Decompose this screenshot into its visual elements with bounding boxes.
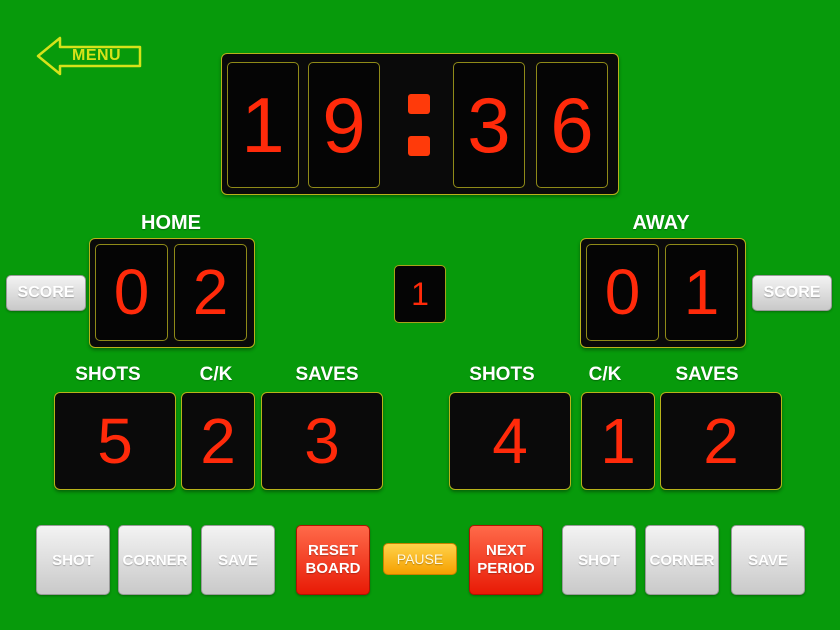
game-clock: 1 9 3 6 bbox=[221, 53, 619, 195]
home-saves-box: 3 bbox=[261, 392, 383, 490]
menu-label: MENU bbox=[72, 47, 122, 64]
home-corner-button[interactable]: CORNER bbox=[118, 525, 192, 595]
next-period-line2: PERIOD bbox=[477, 560, 535, 577]
pause-button[interactable]: PAUSE bbox=[383, 543, 457, 575]
clock-colon-bottom bbox=[408, 136, 430, 156]
home-shot-button[interactable]: SHOT bbox=[36, 525, 110, 595]
home-shots-label: SHOTS bbox=[75, 364, 141, 385]
away-score-ones: 1 bbox=[665, 244, 738, 341]
home-ck-label: C/K bbox=[199, 364, 233, 385]
clock-seconds-tens: 3 bbox=[453, 62, 525, 188]
clock-minutes-tens: 1 bbox=[227, 62, 299, 188]
reset-board-line2: BOARD bbox=[305, 560, 361, 577]
home-ck-value: 2 bbox=[200, 405, 236, 477]
away-score-tens: 0 bbox=[586, 244, 659, 341]
reset-board-button[interactable]: RESET BOARD bbox=[296, 525, 370, 595]
home-save-button[interactable]: SAVE bbox=[201, 525, 275, 595]
away-save-button[interactable]: SAVE bbox=[731, 525, 805, 595]
home-score-button[interactable]: SCORE bbox=[6, 275, 86, 311]
away-saves-value: 2 bbox=[703, 405, 739, 477]
home-shots-box: 5 bbox=[54, 392, 176, 490]
period-indicator: 1 bbox=[394, 265, 446, 323]
away-shot-button[interactable]: SHOT bbox=[562, 525, 636, 595]
away-corner-button[interactable]: CORNER bbox=[645, 525, 719, 595]
away-score-button[interactable]: SCORE bbox=[752, 275, 832, 311]
clock-seconds-ones: 6 bbox=[536, 62, 608, 188]
away-ck-value: 1 bbox=[600, 405, 636, 477]
away-ck-box: 1 bbox=[581, 392, 655, 490]
home-score: 0 2 bbox=[89, 238, 255, 348]
home-saves-value: 3 bbox=[304, 405, 340, 477]
home-shots-value: 5 bbox=[97, 405, 133, 477]
clock-colon-top bbox=[408, 94, 430, 114]
home-score-tens: 0 bbox=[95, 244, 168, 341]
away-saves-label: SAVES bbox=[675, 364, 739, 385]
away-score: 0 1 bbox=[580, 238, 746, 348]
home-saves-label: SAVES bbox=[295, 364, 359, 385]
home-label: HOME bbox=[141, 212, 201, 234]
next-period-button[interactable]: NEXT PERIOD bbox=[469, 525, 543, 595]
reset-board-line1: RESET bbox=[307, 542, 358, 559]
next-period-line1: NEXT bbox=[485, 542, 526, 559]
away-shots-value: 4 bbox=[492, 405, 528, 477]
home-ck-box: 2 bbox=[181, 392, 255, 490]
home-score-ones: 2 bbox=[174, 244, 247, 341]
away-label: AWAY bbox=[632, 212, 690, 234]
menu-button[interactable]: MENU bbox=[36, 36, 144, 76]
away-shots-label: SHOTS bbox=[469, 364, 535, 385]
away-saves-box: 2 bbox=[660, 392, 782, 490]
away-shots-box: 4 bbox=[449, 392, 571, 490]
clock-minutes-ones: 9 bbox=[308, 62, 380, 188]
